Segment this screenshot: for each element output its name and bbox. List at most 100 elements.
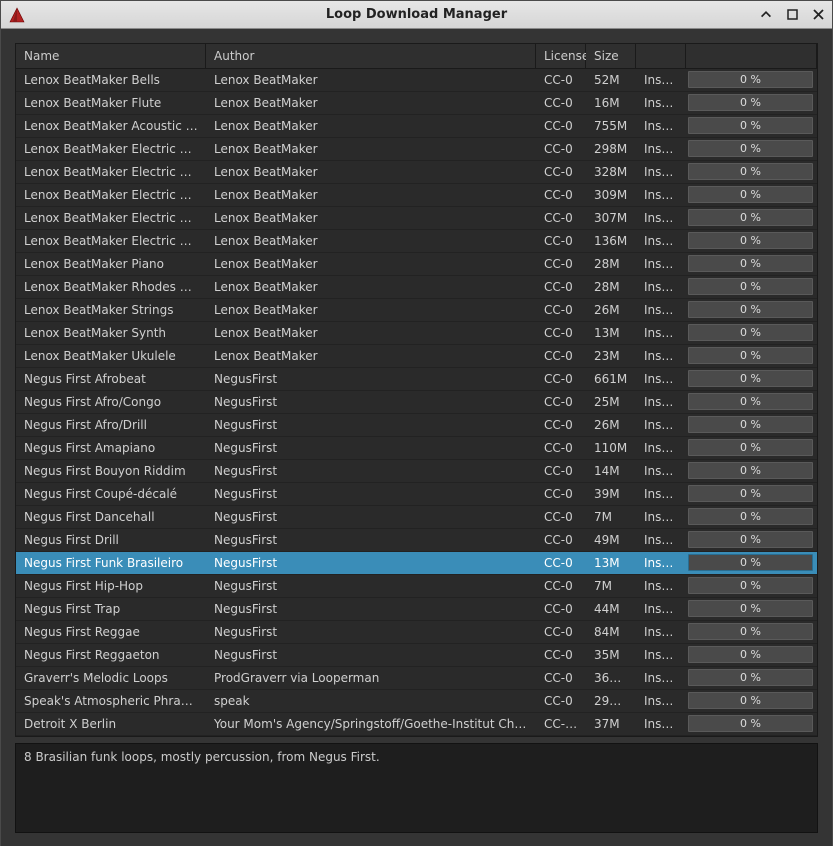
progress-bar: 0 %: [688, 278, 813, 295]
progress-bar: 0 %: [688, 462, 813, 479]
install-action[interactable]: Installed: [636, 230, 686, 253]
cell-name: Lenox BeatMaker Electric Guitar 4: [16, 207, 206, 230]
progress-bar: 0 %: [688, 692, 813, 709]
cell-progress: 0 %: [686, 276, 817, 299]
install-action[interactable]: Install: [636, 621, 686, 644]
cell-progress: 0 %: [686, 253, 817, 276]
cell-author: Lenox BeatMaker: [206, 299, 536, 322]
column-header-action[interactable]: [636, 44, 686, 69]
cell-license: CC-0: [536, 690, 586, 713]
progress-bar: 0 %: [688, 577, 813, 594]
install-action[interactable]: Install: [636, 575, 686, 598]
cell-progress: 0 %: [686, 115, 817, 138]
maximize-button[interactable]: [784, 7, 800, 23]
column-header-size[interactable]: Size: [586, 44, 636, 69]
cell-size: 13M: [586, 322, 636, 345]
progress-bar: 0 %: [688, 554, 813, 571]
minimize-button[interactable]: [758, 7, 774, 23]
content-area: Name Author License Size Lenox BeatMaker…: [1, 29, 832, 846]
cell-license: CC-0: [536, 368, 586, 391]
cell-license: CC-0: [536, 322, 586, 345]
progress-bar: 0 %: [688, 600, 813, 617]
install-action[interactable]: Installed: [636, 713, 686, 736]
cell-progress: 0 %: [686, 460, 817, 483]
install-action[interactable]: Installed: [636, 506, 686, 529]
install-action[interactable]: Install: [636, 184, 686, 207]
cell-name: Negus First Coupé-décalé: [16, 483, 206, 506]
install-action[interactable]: Install: [636, 276, 686, 299]
column-header-author[interactable]: Author: [206, 44, 536, 69]
install-action[interactable]: Install: [636, 644, 686, 667]
install-action[interactable]: Install: [636, 92, 686, 115]
install-action[interactable]: Install: [636, 161, 686, 184]
install-action[interactable]: Install: [636, 69, 686, 92]
cell-size: 291MB: [586, 690, 636, 713]
install-action[interactable]: Install: [636, 368, 686, 391]
install-action[interactable]: Install: [636, 345, 686, 368]
cell-progress: 0 %: [686, 552, 817, 575]
cell-size: 44M: [586, 598, 636, 621]
cell-license: CC-0: [536, 69, 586, 92]
cell-author: NegusFirst: [206, 460, 536, 483]
install-action[interactable]: Install: [636, 391, 686, 414]
install-action[interactable]: Install: [636, 299, 686, 322]
cell-size: 26M: [586, 299, 636, 322]
cell-name: Lenox BeatMaker Synth: [16, 322, 206, 345]
cell-name: Lenox BeatMaker Ukulele: [16, 345, 206, 368]
install-action[interactable]: Install: [636, 552, 686, 575]
cell-author: NegusFirst: [206, 506, 536, 529]
cell-name: Speak's Atmospheric Phrases: [16, 690, 206, 713]
close-button[interactable]: [810, 7, 826, 23]
cell-author: NegusFirst: [206, 621, 536, 644]
progress-bar: 0 %: [688, 209, 813, 226]
cell-size: 52M: [586, 69, 636, 92]
cell-author: NegusFirst: [206, 529, 536, 552]
cell-size: 49M: [586, 529, 636, 552]
install-action[interactable]: Install: [636, 207, 686, 230]
cell-author: NegusFirst: [206, 368, 536, 391]
install-action[interactable]: Install: [636, 115, 686, 138]
cell-license: CC-0: [536, 299, 586, 322]
column-header-progress[interactable]: [686, 44, 817, 69]
install-action[interactable]: Install: [636, 414, 686, 437]
cell-author: Lenox BeatMaker: [206, 115, 536, 138]
cell-size: 7M: [586, 506, 636, 529]
install-action[interactable]: Install: [636, 253, 686, 276]
cell-license: CC-0: [536, 621, 586, 644]
progress-bar: 0 %: [688, 301, 813, 318]
cell-name: Negus First Afro/Drill: [16, 414, 206, 437]
cell-progress: 0 %: [686, 621, 817, 644]
titlebar[interactable]: Loop Download Manager: [1, 1, 832, 29]
cell-progress: 0 %: [686, 690, 817, 713]
progress-bar: 0 %: [688, 416, 813, 433]
cell-author: NegusFirst: [206, 598, 536, 621]
cell-author: NegusFirst: [206, 391, 536, 414]
install-action[interactable]: Install: [636, 138, 686, 161]
cell-license: CC-0: [536, 644, 586, 667]
cell-size: 328M: [586, 161, 636, 184]
window: Loop Download Manager Name Author Licens…: [0, 0, 833, 846]
install-action[interactable]: Install: [636, 460, 686, 483]
cell-size: 35M: [586, 644, 636, 667]
cell-progress: 0 %: [686, 207, 817, 230]
cell-progress: 0 %: [686, 437, 817, 460]
cell-author: Lenox BeatMaker: [206, 276, 536, 299]
install-action[interactable]: Install: [636, 437, 686, 460]
cell-progress: 0 %: [686, 414, 817, 437]
progress-bar: 0 %: [688, 393, 813, 410]
progress-bar: 0 %: [688, 370, 813, 387]
cell-size: 661M: [586, 368, 636, 391]
cell-size: 307M: [586, 207, 636, 230]
install-action[interactable]: Install: [636, 667, 686, 690]
install-action[interactable]: Install: [636, 598, 686, 621]
cell-name: Lenox BeatMaker Strings: [16, 299, 206, 322]
cell-name: Negus First Trap: [16, 598, 206, 621]
column-header-license[interactable]: License: [536, 44, 586, 69]
column-header-name[interactable]: Name: [16, 44, 206, 69]
cell-license: CC-0: [536, 161, 586, 184]
install-action[interactable]: Install: [636, 529, 686, 552]
install-action[interactable]: Install: [636, 690, 686, 713]
progress-bar: 0 %: [688, 255, 813, 272]
install-action[interactable]: Install: [636, 483, 686, 506]
install-action[interactable]: Install: [636, 322, 686, 345]
